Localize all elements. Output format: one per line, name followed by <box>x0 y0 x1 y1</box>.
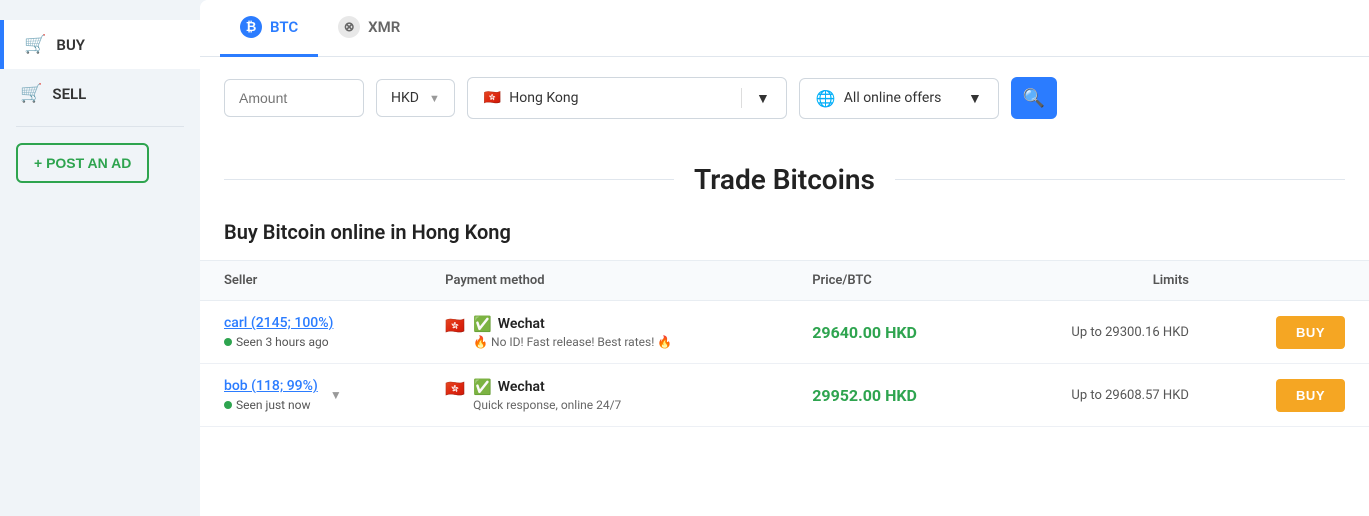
sidebar-item-buy[interactable]: 🛒 BUY <box>0 20 200 69</box>
seen-text-1: Seen just now <box>236 398 311 412</box>
col-payment: Payment method <box>421 261 788 301</box>
payment-cell-0: 🇭🇰 ✅ Wechat 🔥 No ID! Fast release! Best … <box>421 301 788 364</box>
payment-check-icon-0: ✅ <box>473 315 492 333</box>
trade-heading-section: Trade Bitcoins <box>200 139 1369 212</box>
heading-line-right <box>895 179 1345 180</box>
search-button[interactable]: 🔍 <box>1011 77 1057 119</box>
table-row: carl (2145; 100%) Seen 3 hours ago 🇭🇰 ✅ … <box>200 301 1369 364</box>
offers-label: All online offers <box>844 90 942 106</box>
limits-cell-1: Up to 29608.57 HKD <box>992 364 1213 427</box>
currency-tabs: ₿ BTC ⊗ XMR <box>200 0 1369 57</box>
limits-text-1: Up to 29608.57 HKD <box>1071 388 1188 403</box>
post-ad-label: + POST AN AD <box>34 155 131 171</box>
action-cell-0: BUY <box>1213 301 1369 364</box>
post-ad-button[interactable]: + POST AN AD <box>16 143 149 183</box>
location-chevron-icon: ▼ <box>756 90 770 107</box>
sidebar-item-sell[interactable]: 🛒 SELL <box>0 69 200 118</box>
table-row: bob (118; 99%) Seen just now ▼ 🇭🇰 ✅ Wech… <box>200 364 1369 427</box>
section-title: Buy Bitcoin online in Hong Kong <box>200 212 1369 260</box>
seller-link-1[interactable]: bob (118; 99%) <box>224 378 318 394</box>
seen-dot-1 <box>224 401 232 409</box>
tab-btc-label: BTC <box>270 18 298 36</box>
payment-cell-1: 🇭🇰 ✅ Wechat Quick response, online 24/7 <box>421 364 788 427</box>
limits-cell-0: Up to 29300.16 HKD <box>992 301 1213 364</box>
offers-table: Seller Payment method Price/BTC Limits c… <box>200 260 1369 427</box>
buy-button-1[interactable]: BUY <box>1276 379 1345 412</box>
trade-heading: Trade Bitcoins <box>674 163 895 196</box>
location-divider <box>741 88 742 108</box>
price-cell-1: 29952.00 HKD <box>788 364 992 427</box>
sidebar-divider <box>16 126 184 127</box>
action-cell-1: BUY <box>1213 364 1369 427</box>
seen-dot-0 <box>224 338 232 346</box>
payment-note-1: Quick response, online 24/7 <box>473 398 621 412</box>
tab-xmr[interactable]: ⊗ XMR <box>318 0 420 57</box>
filter-bar: HKD ▼ 🇭🇰 Hong Kong ▼ 🌐 All online offers… <box>200 57 1369 139</box>
btc-icon: ₿ <box>240 16 262 38</box>
sidebar: 🛒 BUY 🛒 SELL + POST AN AD <box>0 0 200 516</box>
price-value-0: 29640.00 HKD <box>812 323 917 342</box>
seller-cell-0: carl (2145; 100%) Seen 3 hours ago <box>200 301 421 364</box>
payment-name-1: Wechat <box>498 379 545 395</box>
buy-icon: 🛒 <box>24 34 46 55</box>
currency-chevron-icon: ▼ <box>429 92 440 105</box>
search-icon: 🔍 <box>1023 88 1045 109</box>
payment-flag-icon-1: 🇭🇰 <box>445 379 465 398</box>
limits-text-0: Up to 29300.16 HKD <box>1071 325 1188 340</box>
payment-flag-icon-0: 🇭🇰 <box>445 316 465 335</box>
payment-check-icon-1: ✅ <box>473 378 492 396</box>
col-action <box>1213 261 1369 301</box>
offers-chevron-icon: ▼ <box>968 90 982 107</box>
seen-text-0: Seen 3 hours ago <box>236 335 329 349</box>
main-content: ₿ BTC ⊗ XMR HKD ▼ 🇭🇰 Hong Kong ▼ 🌐 All o… <box>200 0 1369 516</box>
sidebar-sell-label: SELL <box>52 85 86 103</box>
location-value: Hong Kong <box>509 90 578 106</box>
currency-select[interactable]: HKD ▼ <box>376 79 455 117</box>
sidebar-buy-label: BUY <box>56 36 85 54</box>
buy-button-0[interactable]: BUY <box>1276 316 1345 349</box>
col-limits: Limits <box>992 261 1213 301</box>
offers-select[interactable]: 🌐 All online offers ▼ <box>799 78 999 119</box>
col-seller: Seller <box>200 261 421 301</box>
tab-btc[interactable]: ₿ BTC <box>220 0 318 57</box>
tab-xmr-label: XMR <box>368 18 400 36</box>
currency-value: HKD <box>391 90 419 106</box>
payment-name-0: Wechat <box>498 316 545 332</box>
location-flag-icon: 🇭🇰 <box>484 90 501 106</box>
xmr-icon: ⊗ <box>338 16 360 38</box>
price-cell-0: 29640.00 HKD <box>788 301 992 364</box>
amount-input[interactable] <box>224 79 364 117</box>
expand-icon-1[interactable]: ▼ <box>330 388 342 402</box>
heading-line-left <box>224 179 674 180</box>
payment-note-0: 🔥 No ID! Fast release! Best rates! 🔥 <box>473 335 672 349</box>
location-select[interactable]: 🇭🇰 Hong Kong ▼ <box>467 77 787 119</box>
col-price: Price/BTC <box>788 261 992 301</box>
globe-icon: 🌐 <box>816 89 836 108</box>
price-value-1: 29952.00 HKD <box>812 386 917 405</box>
seller-cell-1: bob (118; 99%) Seen just now ▼ <box>200 364 421 427</box>
seller-link-0[interactable]: carl (2145; 100%) <box>224 315 333 331</box>
sell-icon: 🛒 <box>20 83 42 104</box>
